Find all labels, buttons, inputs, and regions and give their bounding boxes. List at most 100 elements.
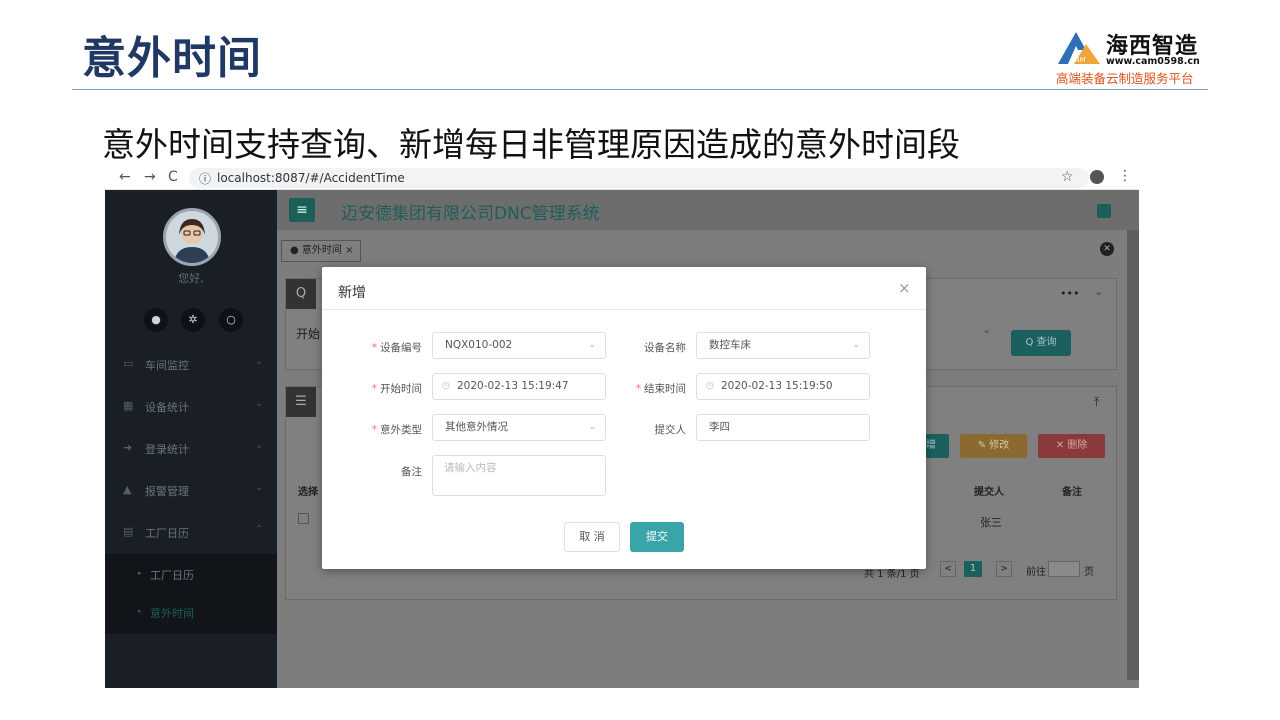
avatar[interactable] (163, 208, 221, 266)
start-time-picker[interactable]: ◷ 2020-02-13 15:19:47 (432, 373, 606, 400)
chevron-down-icon: ⌄ (255, 398, 264, 409)
sidebar-item-factory-calendar[interactable]: ▤ 工厂日历 ⌃ (105, 512, 277, 554)
start-time-label: * 开始时间 (371, 383, 422, 395)
list-icon: ☰ (286, 387, 316, 417)
browser-window: ← → C ⓘ localhost:8087/#/AccidentTime ☆ … (105, 166, 1139, 688)
sidebar-subitem-accident-time[interactable]: ▸ 意外时间 (105, 594, 277, 632)
sidebar-item-login-stats[interactable]: ➜ 登录统计 ⌄ (105, 428, 277, 470)
edit-button[interactable]: ✎ 修改 (960, 434, 1027, 458)
monitor-icon: ▭ (123, 357, 134, 370)
pagination-goto-input[interactable] (1048, 561, 1080, 577)
delete-button[interactable]: ✕ 删除 (1038, 434, 1105, 458)
svg-text:CAM: CAM (1070, 56, 1086, 64)
sidebar-subitem-label: 意外时间 (150, 607, 194, 620)
chevron-down-icon: ⌄ (588, 422, 596, 432)
sidebar-item-label: 工厂日历 (145, 527, 189, 540)
reload-icon[interactable]: C (168, 169, 178, 185)
clock-icon: ◷ (442, 381, 450, 391)
bookmark-star-icon[interactable]: ☆ (1061, 169, 1074, 185)
system-title: 迈安德集团有限公司DNC管理系统 (341, 204, 600, 224)
pagination-page[interactable]: 1 (964, 561, 982, 577)
user-icon[interactable]: ● (144, 308, 168, 332)
end-time-value: 2020-02-13 15:19:50 (721, 380, 833, 392)
device-name-select[interactable]: 数控车床 ⌄ (696, 332, 870, 359)
close-all-tabs-icon[interactable]: ✕ (1100, 242, 1114, 256)
more-icon[interactable]: ••• (1060, 287, 1079, 300)
site-info-icon[interactable]: ⓘ (199, 170, 211, 187)
back-icon[interactable]: ← (119, 169, 131, 185)
sidebar-item-label: 车间监控 (145, 359, 189, 372)
dialog-divider (322, 309, 926, 310)
sidebar-item-device-stats[interactable]: ▦ 设备统计 ⌄ (105, 386, 277, 428)
page-scrollbar[interactable] (1127, 230, 1139, 680)
sidebar-subitem-factory-calendar[interactable]: ▸ 工厂日历 (105, 556, 277, 594)
chevron-up-icon: ⌃ (255, 524, 264, 535)
submit-button[interactable]: 提交 (630, 522, 684, 552)
required-mark: * (371, 424, 377, 436)
column-header-remark: 备注 (1062, 487, 1082, 498)
chevron-down-icon: ⌄ (255, 440, 264, 451)
accident-type-value: 其他意外情况 (445, 421, 508, 433)
chevron-down-icon: ⌄ (588, 340, 596, 350)
sign-in-icon: ➜ (123, 441, 133, 454)
chevron-down-icon: ⌄ (255, 356, 264, 367)
sidebar-item-workshop-monitor[interactable]: ▭ 车间监控 ⌄ (105, 344, 277, 386)
device-name-value: 数控车床 (709, 339, 751, 351)
submitter-input[interactable]: 李四 (696, 414, 870, 441)
row-checkbox[interactable] (298, 513, 309, 524)
company-logo: CAM 海西智造 www.cam0598.cn 高端装备云制造服务平台 (1056, 28, 1208, 86)
logo-mark-icon: CAM (1058, 32, 1100, 64)
pagination-prev[interactable]: < (940, 561, 956, 577)
query-button[interactable]: Q 查询 (1011, 330, 1071, 356)
slide-title: 意外时间 (82, 33, 262, 84)
upload-icon[interactable]: ⤒ (1094, 395, 1099, 410)
clock-icon: ◷ (706, 381, 714, 391)
column-header-select: 选择 (298, 487, 318, 498)
row-submitter: 张三 (980, 516, 1002, 529)
dropdown-chevron-icon: ⌄ (982, 323, 992, 336)
url-text[interactable]: localhost:8087/#/AccidentTime (217, 171, 405, 185)
dropdown-toggle-icon[interactable] (1097, 204, 1111, 218)
caret-right-icon: ▸ (138, 607, 142, 615)
profile-icon[interactable] (1090, 170, 1104, 184)
required-mark: * (371, 383, 377, 395)
sidebar-item-alarm-management[interactable]: ▲ 报警管理 ⌄ (105, 470, 277, 512)
tab-accident-time[interactable]: ● 意外时间 × (281, 240, 361, 262)
pagination-goto-label: 前往 (1026, 567, 1046, 578)
remark-textarea[interactable]: 请输入内容 (432, 455, 606, 496)
device-code-select[interactable]: NQX010-002 ⌄ (432, 332, 606, 359)
pagination-page-suffix: 页 (1084, 567, 1094, 578)
power-icon[interactable]: ○ (219, 308, 243, 332)
browser-menu-icon[interactable]: ⋮ (1118, 168, 1132, 184)
sidebar-item-label: 报警管理 (145, 485, 189, 498)
search-icon: Q (286, 279, 316, 309)
chevron-down-icon[interactable]: ⌄ (1094, 285, 1103, 298)
browser-toolbar: ← → C ⓘ localhost:8087/#/AccidentTime ☆ … (105, 166, 1139, 190)
close-icon[interactable]: × (898, 279, 911, 297)
app-root: 您好, ● ✲ ○ ▭ 车间监控 ⌄ ▦ 设备统计 ⌄ ➜ 登录统计 ⌄ ▲ 报… (105, 190, 1139, 688)
sidebar-subitem-label: 工厂日历 (150, 569, 194, 582)
bell-icon: ▲ (123, 483, 132, 496)
sidebar: 您好, ● ✲ ○ ▭ 车间监控 ⌄ ▦ 设备统计 ⌄ ➜ 登录统计 ⌄ ▲ 报… (105, 190, 277, 688)
logo-tagline: 高端装备云制造服务平台 (1056, 71, 1194, 86)
menu-toggle-icon[interactable]: ≡ (289, 198, 315, 222)
required-mark: * (371, 342, 377, 354)
tab-bar: ● 意外时间 × ✕ (277, 230, 1139, 264)
accident-type-select[interactable]: 其他意外情况 ⌄ (432, 414, 606, 441)
chevron-down-icon: ⌄ (255, 482, 264, 493)
required-mark: * (635, 383, 641, 395)
pagination-next[interactable]: > (996, 561, 1012, 577)
forward-icon[interactable]: → (144, 169, 156, 185)
avatar-person-icon (174, 219, 210, 263)
gear-icon[interactable]: ✲ (181, 308, 205, 332)
address-bar[interactable]: ⓘ localhost:8087/#/AccidentTime (189, 168, 1089, 188)
sidebar-submenu: ▸ 工厂日历 ▸ 意外时间 (105, 554, 277, 634)
table-icon: ▦ (123, 399, 134, 412)
end-time-picker[interactable]: ◷ 2020-02-13 15:19:50 (696, 373, 870, 400)
top-header: ≡ 迈安德集团有限公司DNC管理系统 (277, 190, 1139, 230)
calendar-icon: ▤ (123, 525, 134, 538)
cancel-button[interactable]: 取 消 (564, 522, 620, 552)
device-code-label: * 设备编号 (371, 342, 422, 354)
remark-label: 备注 (401, 466, 422, 478)
submitter-value: 李四 (709, 421, 730, 433)
